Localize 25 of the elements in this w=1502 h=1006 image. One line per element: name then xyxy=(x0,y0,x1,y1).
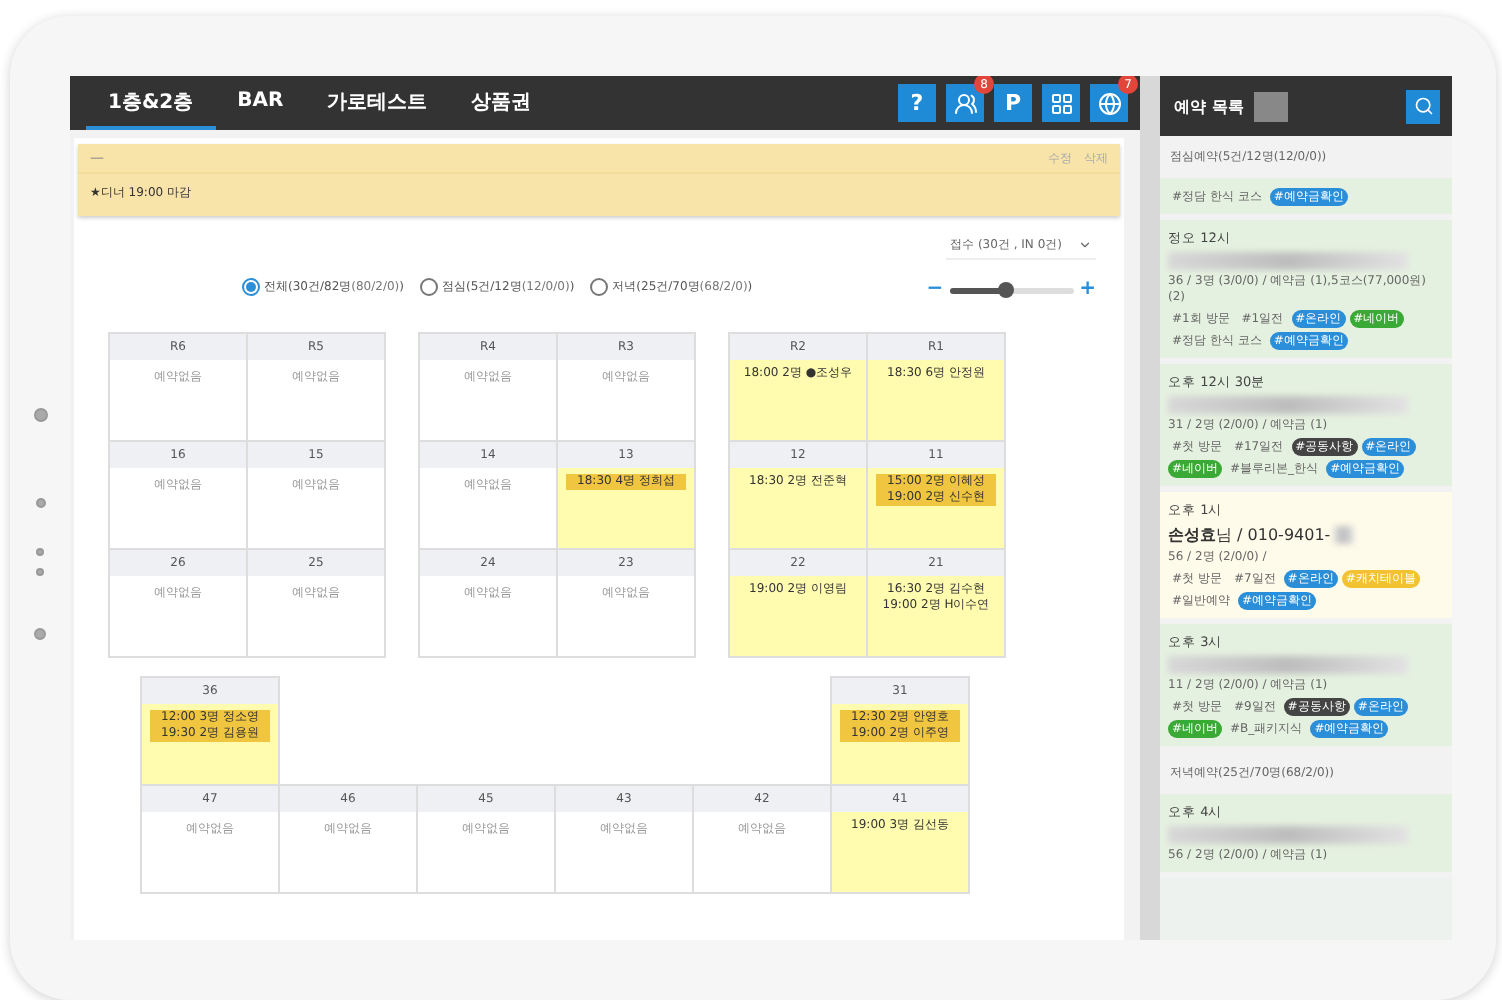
tab[interactable]: BAR xyxy=(215,76,306,130)
help-button[interactable]: ? xyxy=(898,84,936,122)
staff-button[interactable] xyxy=(946,84,984,122)
parking-button[interactable]: P xyxy=(994,84,1032,122)
staff-icon xyxy=(953,91,977,115)
zoom-out-button[interactable]: − xyxy=(926,280,944,300)
zoom-slider[interactable] xyxy=(949,287,1074,293)
globe-button[interactable] xyxy=(1090,84,1128,122)
guest-contact: 손성효님 / 010-9401- xyxy=(1168,524,1331,546)
radio-icon[interactable] xyxy=(590,277,609,295)
search-icon xyxy=(1413,96,1433,116)
sidebar-title: 예약 목록 xyxy=(1174,95,1244,117)
zoom-in-button[interactable]: + xyxy=(1079,280,1096,300)
globe-icon xyxy=(1097,91,1121,115)
search-button[interactable] xyxy=(1406,89,1440,123)
grid-button[interactable] xyxy=(1042,84,1080,122)
caret-icon xyxy=(1078,238,1092,252)
tab[interactable]: 1층&2층 xyxy=(86,76,216,130)
slider-thumb[interactable] xyxy=(997,281,1013,297)
grid-icon xyxy=(1049,91,1073,115)
tab[interactable]: 가로테스트 xyxy=(305,76,450,130)
radio-icon[interactable] xyxy=(242,277,260,295)
thumbnail-placeholder xyxy=(1253,91,1288,121)
radio-icon[interactable] xyxy=(419,277,438,295)
tab[interactable]: 상품권 xyxy=(449,76,554,130)
